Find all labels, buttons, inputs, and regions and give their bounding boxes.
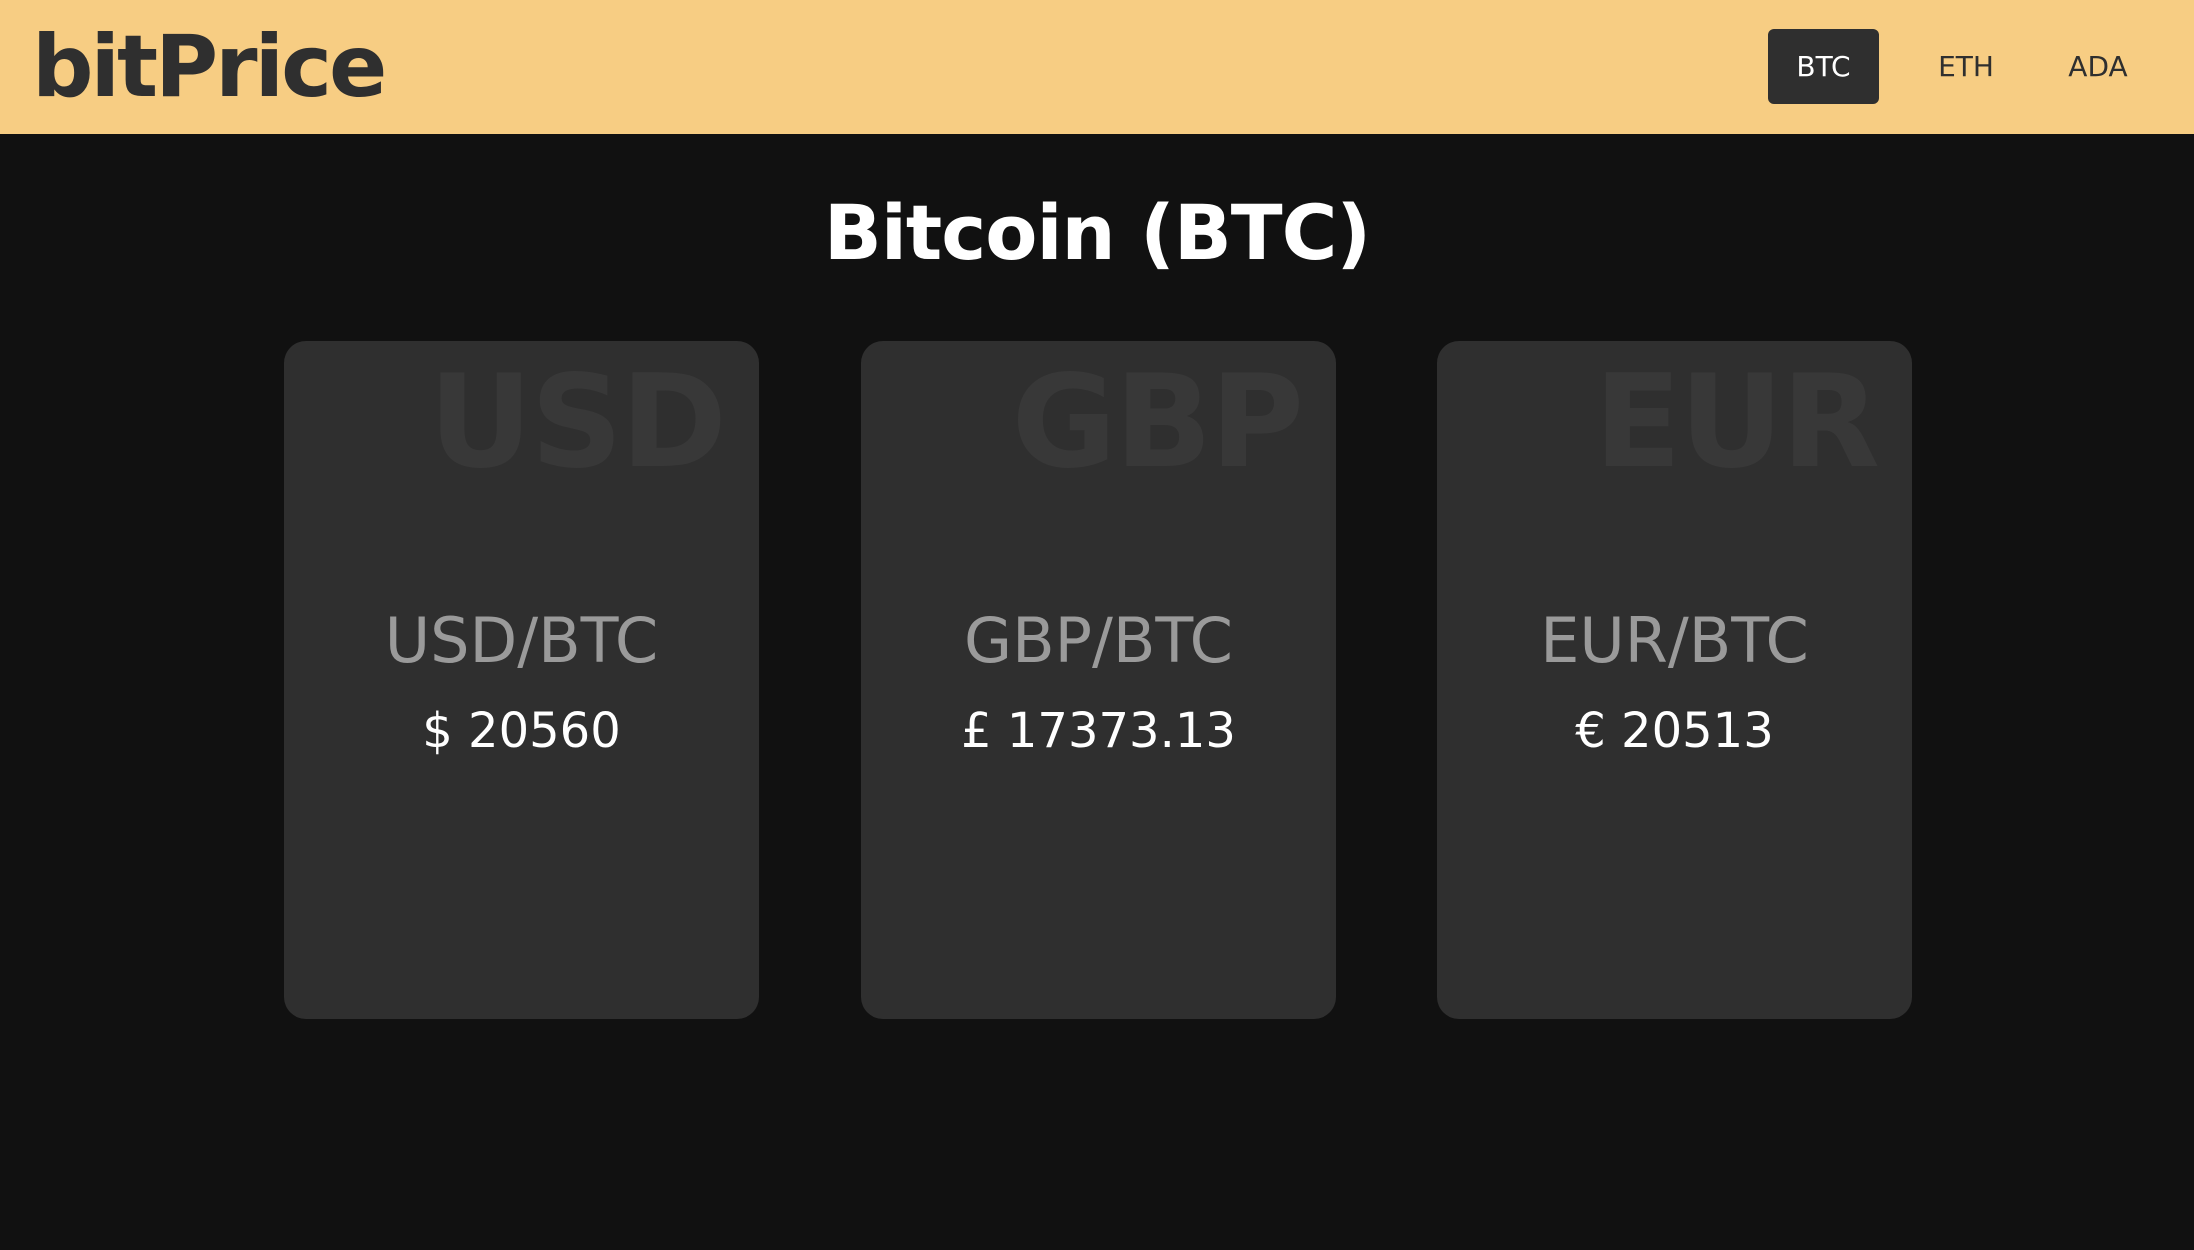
card-price-value: € 20513 (1575, 703, 1774, 759)
nav-btn-ada[interactable]: ADA (2043, 29, 2153, 104)
card-price-value: £ 17373.13 (961, 703, 1236, 759)
card-watermark: USD (428, 348, 727, 497)
page-title: Bitcoin (BTC) (823, 188, 1371, 277)
card-pair-label: EUR/BTC (1540, 604, 1809, 677)
price-card-eur: EUR EUR/BTC € 20513 (1437, 341, 1912, 1019)
price-card-usd: USD USD/BTC $ 20560 (284, 341, 759, 1019)
top-header: bitPrice BTC ETH ADA (0, 0, 2194, 134)
card-watermark: EUR (1594, 348, 1880, 497)
nav-btn-btc[interactable]: BTC (1768, 29, 1879, 104)
card-pair-label: GBP/BTC (964, 604, 1233, 677)
card-price-value: $ 20560 (422, 703, 621, 759)
nav-btn-eth[interactable]: ETH (1911, 29, 2021, 104)
card-watermark: GBP (1011, 348, 1304, 497)
card-pair-label: USD/BTC (384, 604, 659, 677)
price-card-gbp: GBP GBP/BTC £ 17373.13 (861, 341, 1336, 1019)
logo[interactable]: bitPrice (32, 22, 387, 112)
